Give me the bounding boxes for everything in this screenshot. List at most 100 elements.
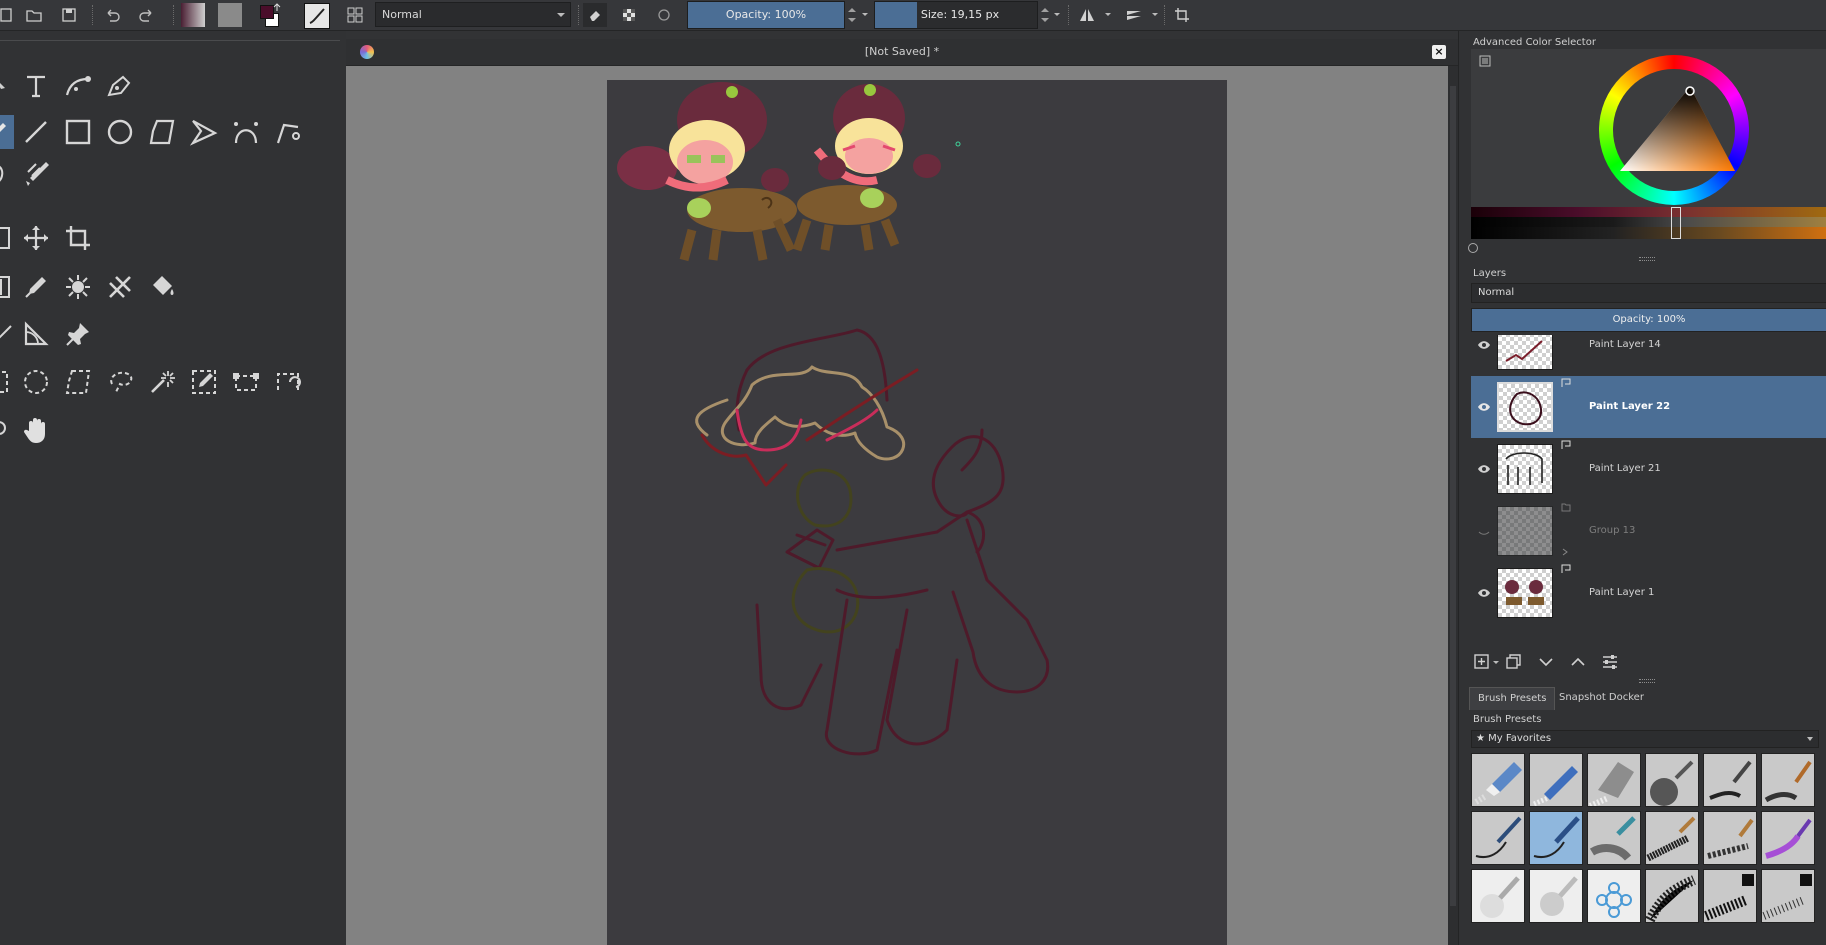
brush-preset-glow[interactable] (1761, 811, 1815, 865)
brush-preset-dots[interactable] (1761, 869, 1815, 923)
crop-tool-icon[interactable] (61, 221, 95, 255)
polygon-select-tool-icon[interactable] (61, 365, 95, 399)
move-tool-icon[interactable] (19, 221, 53, 255)
brush-preset-pencil-blue[interactable] (1529, 753, 1583, 807)
eye-icon[interactable] (1477, 462, 1491, 476)
duplicate-layer-icon[interactable] (1505, 653, 1523, 671)
layer-row[interactable]: Group 13 (1471, 500, 1826, 562)
brush-preset-ink-pen[interactable] (1703, 753, 1757, 807)
gradient-selector[interactable] (181, 3, 205, 27)
layer-row[interactable]: Paint Layer 21 (1471, 438, 1826, 500)
size-slider[interactable]: Size: 19,15 px (874, 1, 1038, 29)
dock-grip-1[interactable] (1639, 257, 1655, 261)
tab-snapshot-docker[interactable]: Snapshot Docker (1551, 687, 1652, 709)
brush-preset-paint-brush[interactable] (1761, 753, 1815, 807)
perspective-assistant-icon[interactable] (19, 317, 53, 351)
assistant-tool-icon[interactable] (103, 270, 137, 304)
dynamic-brush-tool-icon[interactable] (0, 156, 20, 190)
brush-preset-selected-pen[interactable] (1529, 811, 1583, 865)
selector-settings-icon[interactable] (1479, 55, 1491, 67)
size-spin[interactable] (1038, 1, 1052, 29)
refresh-colors-icon[interactable] (1467, 242, 1479, 254)
ellipse-tool-icon[interactable] (103, 115, 137, 149)
blend-mode-select[interactable]: Normal (375, 2, 571, 27)
save-icon[interactable] (57, 3, 81, 27)
reload-preset-icon[interactable] (652, 3, 676, 27)
freehand-select-tool-icon[interactable] (103, 365, 137, 399)
opacity-spin[interactable] (845, 1, 859, 29)
eraser-mode-icon[interactable] (583, 3, 607, 27)
zoom-tool-icon[interactable] (0, 413, 20, 447)
redo-icon[interactable] (135, 3, 159, 27)
pan-tool-icon[interactable] (19, 413, 53, 447)
undo-icon[interactable] (100, 3, 124, 27)
layer-opacity-slider[interactable]: Opacity: 100% (1471, 308, 1826, 332)
color-swatch[interactable] (259, 3, 283, 27)
mirror-h-dropdown-icon[interactable] (1105, 13, 1111, 16)
brush-preset-button[interactable] (304, 3, 330, 29)
eye-icon[interactable] (1477, 400, 1491, 414)
freehand-brush-tool-icon[interactable] (0, 115, 14, 149)
shade-selector[interactable] (1471, 207, 1826, 239)
transform-tool-icon[interactable] (0, 221, 20, 255)
eye-icon[interactable] (1477, 338, 1491, 352)
multibrush-tool-icon[interactable] (19, 156, 53, 190)
canvas-vertical-scrollbar[interactable] (1448, 66, 1458, 945)
polygon-tool-icon[interactable] (145, 115, 179, 149)
pattern-selector[interactable] (218, 3, 242, 27)
add-layer-dropdown-icon[interactable] (1493, 661, 1499, 664)
bezier-select-tool-icon[interactable] (229, 365, 263, 399)
add-layer-icon[interactable] (1473, 653, 1491, 671)
mirror-horizontal-icon[interactable] (1075, 3, 1099, 27)
move-layer-up-icon[interactable] (1569, 653, 1587, 671)
brush-preset-fineliner[interactable] (1471, 811, 1525, 865)
reference-pin-icon[interactable] (61, 317, 95, 351)
brush-preset-bristle[interactable] (1645, 811, 1699, 865)
expand-group-icon[interactable] (1561, 548, 1569, 556)
freehand-path-tool-icon[interactable] (271, 115, 305, 149)
hue-ring[interactable] (1599, 55, 1749, 205)
rectangle-tool-icon[interactable] (61, 115, 95, 149)
magnetic-select-tool-icon[interactable] (271, 365, 305, 399)
opacity-dropdown-icon[interactable] (862, 13, 868, 16)
dock-grip-2[interactable] (1639, 679, 1655, 683)
layer-row[interactable]: Paint Layer 14 (1471, 335, 1826, 376)
layer-blend-mode-select[interactable]: Normal (1471, 283, 1826, 303)
alpha-lock-icon[interactable] (617, 3, 641, 27)
advanced-color-selector[interactable] (1471, 49, 1826, 239)
calligraphy-tool-icon[interactable] (61, 69, 95, 103)
layer-properties-icon[interactable] (1601, 653, 1619, 671)
mirror-vertical-icon[interactable] (1122, 3, 1146, 27)
text-tool-icon[interactable] (19, 69, 53, 103)
brush-preset-dry-brush[interactable] (1703, 811, 1757, 865)
opacity-slider[interactable]: Opacity: 100% (687, 1, 845, 29)
brush-preset-shape-stamp[interactable] (1587, 869, 1641, 923)
wrap-around-icon[interactable] (1170, 3, 1194, 27)
open-document-icon[interactable] (22, 3, 46, 27)
brush-preset-marker[interactable] (1587, 811, 1641, 865)
similar-color-select-icon[interactable] (187, 365, 221, 399)
measure-tool-icon[interactable] (0, 317, 20, 351)
magic-wand-select-icon[interactable] (145, 365, 179, 399)
brush-tag-select[interactable]: ★ My Favorites (1471, 730, 1819, 748)
brush-preset-soft-eraser[interactable] (1587, 753, 1641, 807)
close-view-button[interactable]: × (1432, 45, 1446, 59)
fill-tool-icon[interactable] (145, 270, 179, 304)
line-tool-icon[interactable] (19, 115, 53, 149)
polyline-tool-icon[interactable] (187, 115, 221, 149)
paper-canvas[interactable] (607, 80, 1227, 945)
eye-closed-icon[interactable] (1477, 524, 1491, 538)
brush-preset-airbrush[interactable] (1645, 753, 1699, 807)
gradient-tool-icon[interactable] (0, 270, 20, 304)
layer-row[interactable]: Paint Layer 22 (1471, 376, 1826, 438)
smart-patch-tool-icon[interactable] (61, 270, 95, 304)
bezier-edit-tool-icon[interactable] (103, 69, 137, 103)
move-layer-down-icon[interactable] (1537, 653, 1555, 671)
eye-icon[interactable] (1477, 586, 1491, 600)
brush-preset-texture[interactable] (1645, 869, 1699, 923)
document-view-tab[interactable]: [Not Saved] * × (346, 39, 1458, 66)
tab-brush-presets[interactable]: Brush Presets (1469, 687, 1556, 710)
select-shapes-tool-icon[interactable] (0, 69, 20, 103)
brush-preset-smudge[interactable] (1529, 869, 1583, 923)
mirror-v-dropdown-icon[interactable] (1152, 13, 1158, 16)
